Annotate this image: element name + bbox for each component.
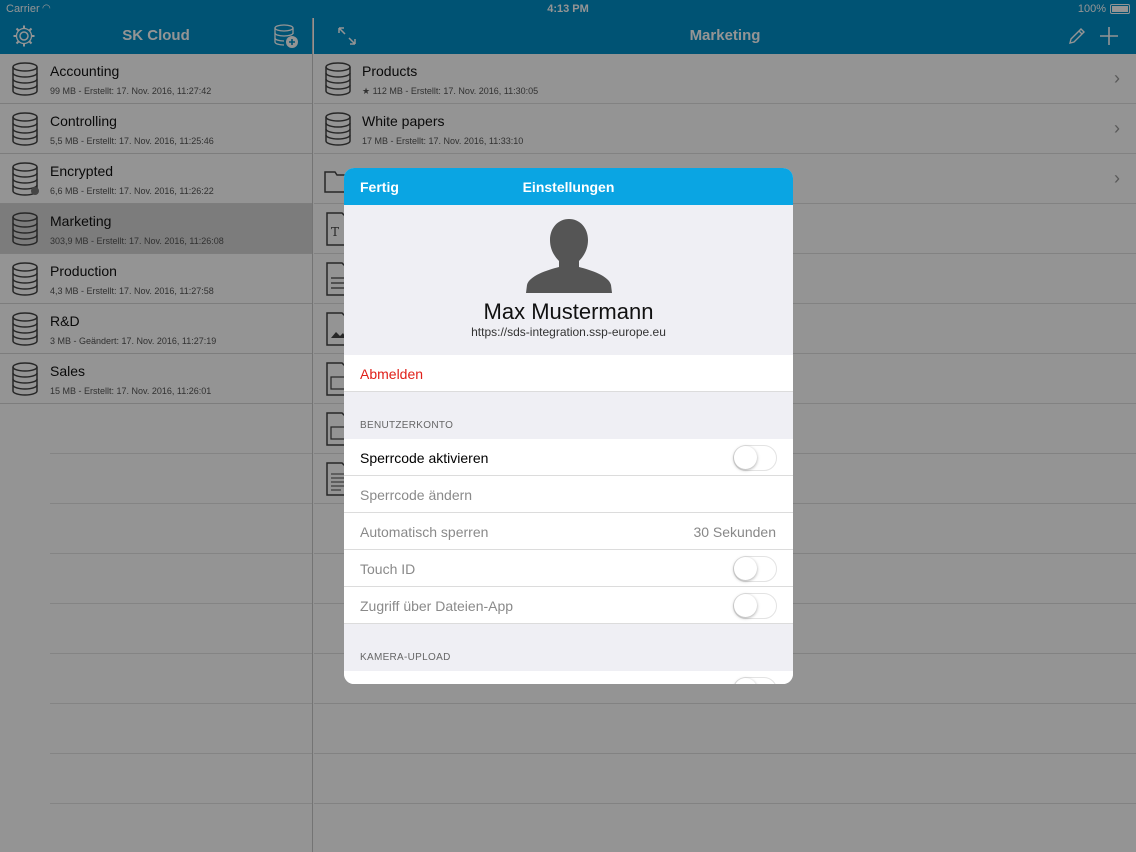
passcode-change-cell[interactable]: Sperrcode ändern <box>344 476 793 513</box>
passcode-enable-cell: Sperrcode aktivieren <box>344 439 793 476</box>
touch-id-label: Touch ID <box>360 561 416 577</box>
passcode-change-label: Sperrcode ändern <box>360 487 473 503</box>
section-header-camera: KAMERA-UPLOAD <box>344 624 793 671</box>
camera-upload-cell <box>344 671 793 684</box>
signout-label: Abmelden <box>360 366 424 382</box>
auto-lock-cell[interactable]: Automatisch sperren 30 Sekunden <box>344 513 793 550</box>
settings-modal: Fertig Einstellungen Max Mustermann http… <box>344 168 793 684</box>
profile-header: Max Mustermann https://sds-integration.s… <box>344 205 793 355</box>
section-title: KAMERA-UPLOAD <box>360 652 451 663</box>
server-url: https://sds-integration.ssp-europe.eu <box>471 325 666 339</box>
auto-lock-value: 30 Sekunden <box>693 524 776 540</box>
signout-cell[interactable]: Abmelden <box>344 355 793 392</box>
files-app-label: Zugriff über Dateien-App <box>360 598 514 614</box>
modal-navbar: Fertig Einstellungen <box>344 168 793 205</box>
passcode-enable-label: Sperrcode aktivieren <box>360 450 489 466</box>
touch-id-cell: Touch ID <box>344 550 793 587</box>
section-header-account: BENUTZERKONTO <box>344 392 793 439</box>
touch-id-toggle[interactable] <box>733 556 777 582</box>
user-name: Max Mustermann <box>483 299 654 324</box>
camera-upload-toggle[interactable] <box>733 677 777 684</box>
modal-title: Einstellungen <box>522 179 615 195</box>
files-app-cell: Zugriff über Dateien-App <box>344 587 793 624</box>
user-avatar-icon <box>526 219 612 293</box>
auto-lock-label: Automatisch sperren <box>360 524 489 540</box>
section-title: BENUTZERKONTO <box>360 420 454 431</box>
files-app-toggle[interactable] <box>733 593 777 619</box>
passcode-toggle[interactable] <box>733 445 777 471</box>
